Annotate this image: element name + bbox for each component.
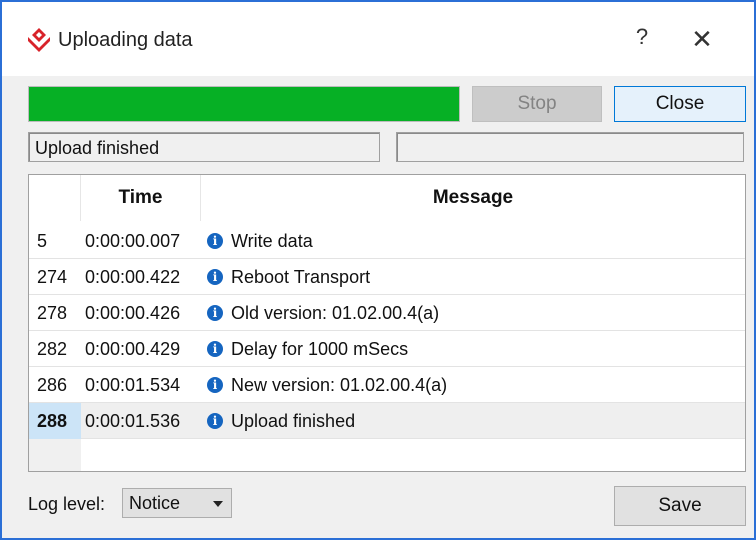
- row-index: 288: [29, 403, 81, 439]
- row-message-cell: i Old version: 01.02.00.4(a): [207, 295, 737, 331]
- title-bar: Uploading data ? ✕: [2, 2, 754, 76]
- row-message-cell: i Upload finished: [207, 403, 737, 439]
- row-time: 0:00:00.007: [85, 231, 181, 251]
- row-message-cell: i New version: 01.02.00.4(a): [207, 367, 737, 403]
- row-index: 278: [37, 303, 68, 323]
- upload-dialog: Uploading data ? ✕ Stop Close Upload fin…: [0, 0, 756, 540]
- log-level-select[interactable]: Notice: [122, 488, 232, 518]
- info-icon: i: [207, 304, 223, 321]
- table-row[interactable]: 286 0:00:01.534 i New version: 01.02.00.4…: [29, 367, 745, 403]
- window-title: Uploading data: [58, 29, 193, 51]
- log-table[interactable]: Time Message 5 0:00:00.007 i Write data 2…: [28, 174, 746, 472]
- close-icon[interactable]: ✕: [682, 24, 722, 56]
- row-message-cell: i Write data: [207, 223, 737, 259]
- info-icon: i: [207, 340, 223, 357]
- info-icon: i: [207, 268, 223, 285]
- row-time: 0:00:01.534: [85, 375, 181, 395]
- log-level-value: Notice: [129, 493, 181, 513]
- row-message-cell: i Delay for 1000 mSecs: [207, 331, 737, 367]
- row-index: 282: [37, 339, 68, 359]
- stop-button[interactable]: Stop: [472, 86, 602, 122]
- row-time: 0:00:00.426: [85, 303, 181, 323]
- empty-row: [29, 439, 745, 471]
- column-header-message[interactable]: Message: [201, 175, 745, 221]
- column-header-time[interactable]: Time: [81, 175, 201, 221]
- status-field: Upload finished: [28, 132, 380, 162]
- row-message: Reboot Transport: [231, 267, 371, 287]
- upload-progress-bar: [28, 86, 460, 122]
- table-row[interactable]: 282 0:00:00.429 i Delay for 1000 mSecs: [29, 331, 745, 367]
- info-icon: i: [207, 412, 223, 429]
- row-message: Old version: 01.02.00.4(a): [231, 303, 440, 323]
- table-row[interactable]: 274 0:00:00.422 i Reboot Transport: [29, 259, 745, 295]
- status-field-secondary: [396, 132, 744, 162]
- row-message: New version: 01.02.00.4(a): [231, 375, 448, 395]
- row-gutter: [29, 439, 81, 471]
- close-button[interactable]: Close: [614, 86, 746, 122]
- row-index: 5: [37, 231, 48, 251]
- table-row-selected[interactable]: 288 0:00:01.536 i Upload finished: [29, 403, 745, 439]
- row-time: 0:00:01.536: [85, 411, 181, 431]
- table-header: Time Message: [29, 175, 745, 221]
- table-row[interactable]: 278 0:00:00.426 i Old version: 01.02.00.4…: [29, 295, 745, 331]
- column-header-index[interactable]: [29, 175, 81, 221]
- row-index: 286: [37, 375, 68, 395]
- chevron-down-icon: [213, 501, 223, 507]
- row-message-cell: i Reboot Transport: [207, 259, 737, 295]
- table-row[interactable]: 5 0:00:00.007 i Write data: [29, 223, 745, 259]
- row-message: Upload finished: [231, 411, 356, 431]
- row-time: 0:00:00.422: [85, 267, 181, 287]
- row-time: 0:00:00.429: [85, 339, 181, 359]
- row-index: 274: [37, 267, 68, 287]
- info-icon: i: [207, 376, 223, 393]
- row-message: Write data: [231, 231, 313, 251]
- row-message: Delay for 1000 mSecs: [231, 339, 409, 359]
- info-icon: i: [207, 232, 223, 249]
- save-button[interactable]: Save: [614, 486, 746, 526]
- red-diamond-logo-icon: [28, 28, 50, 52]
- help-button[interactable]: ?: [622, 24, 662, 56]
- progress-fill: [29, 87, 459, 121]
- log-level-label: Log level:: [28, 494, 106, 514]
